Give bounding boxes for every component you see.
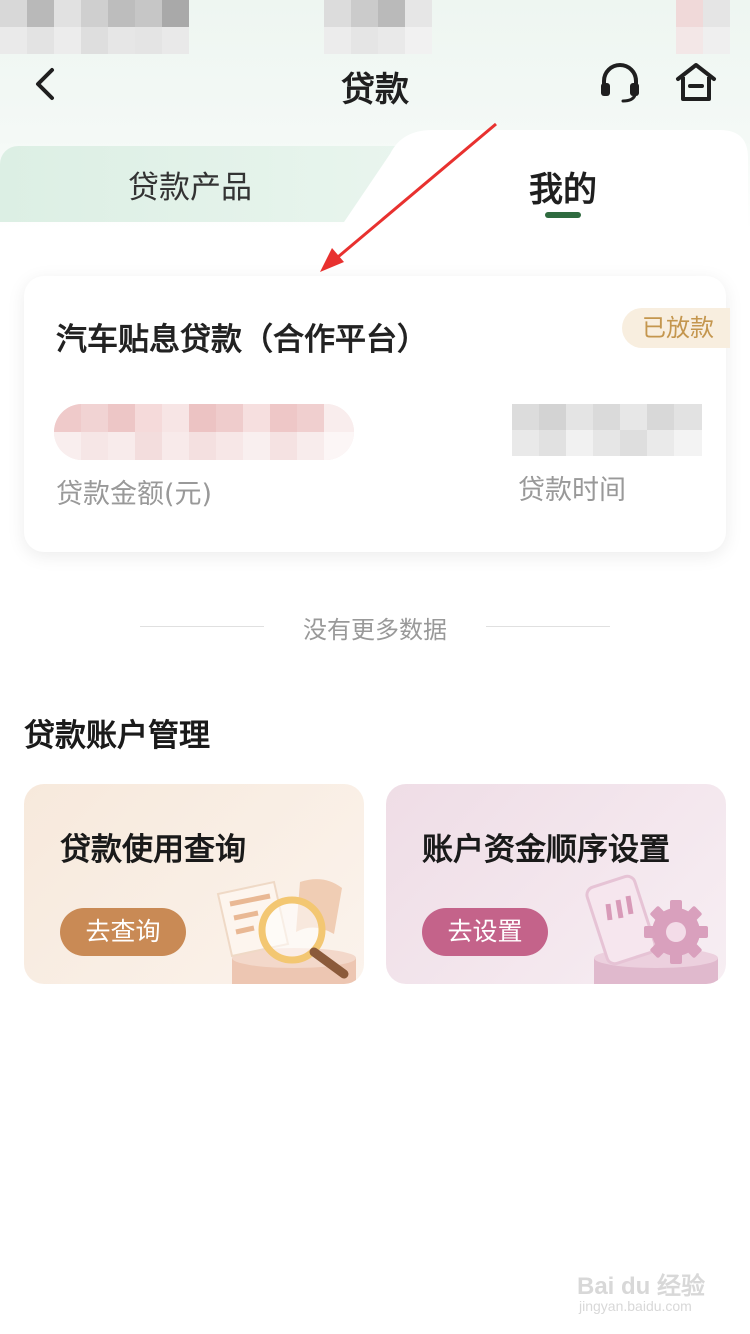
baidu-jingyan-watermark: Bai du 经验 jingyan.baidu.com (575, 1258, 715, 1318)
no-more-data-text: 没有更多数据 (303, 616, 447, 644)
home-icon (673, 59, 719, 109)
loan-name: 汽车贴息贷款（合作平台） (56, 322, 428, 358)
query-button[interactable]: 去查询 (60, 908, 186, 956)
no-more-data: 没有更多数据 (0, 610, 750, 644)
loan-amount-blurred (54, 404, 354, 460)
status-bar-blurred (0, 0, 750, 56)
card-title: 账户资金顺序设置 (422, 832, 670, 868)
section-title-account-management: 贷款账户管理 (24, 718, 210, 754)
phone-gear-icon (576, 874, 726, 984)
home-button[interactable] (670, 58, 722, 110)
loan-amount-label: 贷款金额(元) (56, 479, 213, 510)
setting-button[interactable]: 去设置 (422, 908, 548, 956)
app-header: 贷款 (0, 50, 750, 120)
headset-icon (597, 59, 643, 109)
watermark-text: Bai du 经验 (577, 1273, 706, 1300)
loan-usage-query-card[interactable]: 贷款使用查询 去查询 (24, 784, 364, 984)
tab-mine[interactable]: 我的 (463, 162, 663, 212)
loan-time-blurred (512, 404, 702, 456)
active-tab-indicator (545, 212, 581, 218)
loan-card[interactable]: 汽车贴息贷款（合作平台） 已放款 贷款金额(元) 贷款时间 (24, 276, 730, 552)
fund-order-setting-card[interactable]: 账户资金顺序设置 去设置 (386, 784, 726, 984)
tab-bar: 贷款产品 我的 (0, 128, 750, 228)
card-title: 贷款使用查询 (60, 832, 246, 868)
watermark-url: jingyan.baidu.com (579, 1298, 692, 1314)
divider-right (486, 626, 610, 627)
loan-time-label: 贷款时间 (518, 475, 626, 506)
status-badge: 已放款 (622, 308, 730, 348)
tab-loan-products[interactable]: 贷款产品 (70, 162, 310, 206)
document-search-icon (214, 874, 364, 984)
customer-service-button[interactable] (594, 58, 646, 110)
